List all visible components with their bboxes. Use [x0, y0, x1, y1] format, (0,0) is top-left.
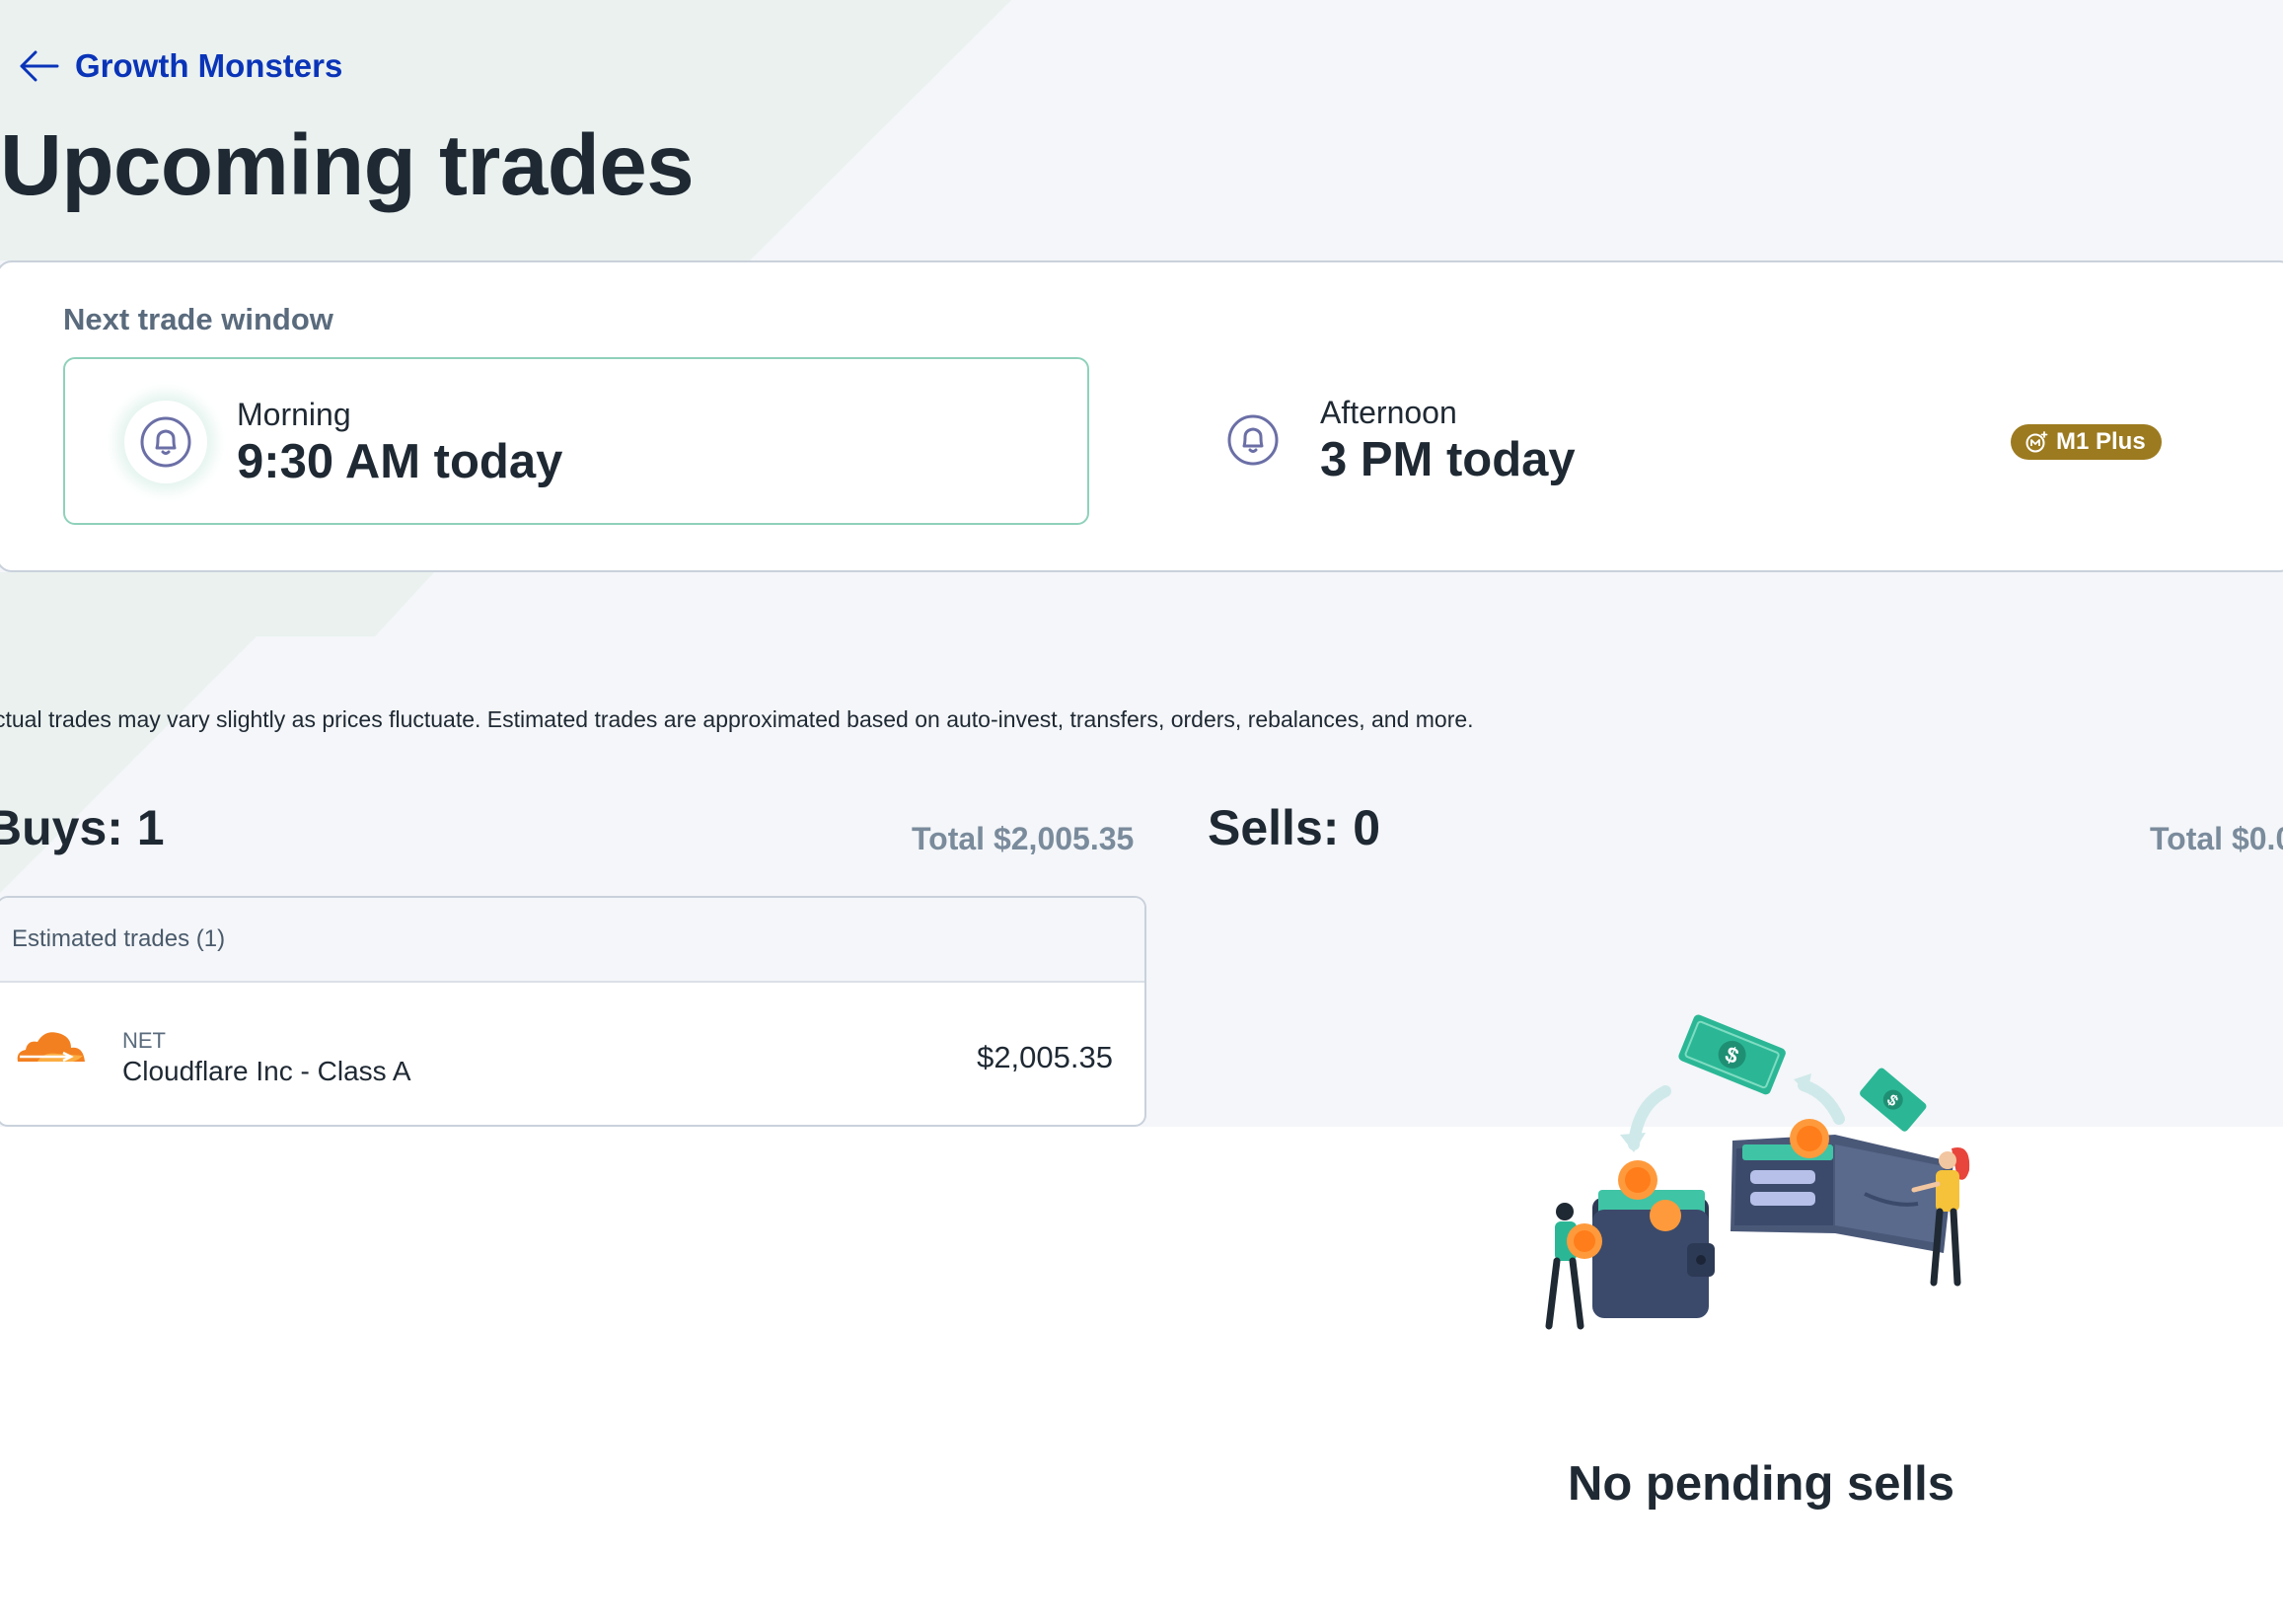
m1-plus-badge-label: M1 Plus — [2056, 428, 2146, 455]
page-title: Upcoming trades — [0, 117, 695, 213]
bell-icon-wrap — [1212, 399, 1294, 481]
trade-amount: $2,005.35 — [977, 1040, 1113, 1074]
trade-window-afternoon[interactable]: Afternoon 3 PM today M1 Plus — [1212, 357, 2228, 525]
sells-heading: Sells: 0 — [1208, 800, 1381, 855]
buys-heading: Buys: 1 — [0, 800, 165, 855]
back-link[interactable]: Growth Monsters — [18, 47, 342, 85]
sells-total: Total $0.00 — [2150, 821, 2283, 856]
m1-plus-icon — [2025, 431, 2048, 453]
trade-row[interactable]: NET Cloudflare Inc - Class A $2,005.35 — [0, 983, 1144, 1125]
wallet-money-illustration: $ $ — [1545, 1014, 1970, 1330]
slot-time: 9:30 AM today — [237, 435, 563, 488]
slot-period: Afternoon — [1320, 395, 1457, 430]
trades-disclaimer: ctual trades may vary slightly as prices… — [0, 706, 1474, 732]
bell-icon — [1227, 414, 1279, 466]
trade-window-morning[interactable]: Morning 9:30 AM today — [63, 357, 1089, 525]
slot-time: 3 PM today — [1320, 433, 1576, 486]
trade-symbol: NET — [122, 1028, 166, 1053]
trade-name: Cloudflare Inc - Class A — [122, 1056, 411, 1086]
cloudflare-logo-icon — [17, 1032, 86, 1063]
estimated-trades-card: Estimated trades (1) NET Cloudflare Inc … — [0, 896, 1146, 1127]
estimated-trades-header: Estimated trades (1) — [0, 898, 1144, 983]
arrow-left-icon — [20, 50, 59, 82]
bell-icon — [140, 416, 191, 468]
buys-total: Total $2,005.35 — [912, 821, 1135, 856]
back-link-label: Growth Monsters — [75, 47, 343, 84]
bell-icon-wrap — [124, 401, 207, 483]
trade-window-label: Next trade window — [63, 302, 333, 336]
no-pending-sells-title: No pending sells — [1567, 1457, 1955, 1511]
slot-period: Morning — [237, 397, 351, 432]
next-trade-window-card: Next trade window Morning 9:30 AM today — [0, 260, 2283, 572]
m1-plus-badge: M1 Plus — [2011, 424, 2162, 460]
